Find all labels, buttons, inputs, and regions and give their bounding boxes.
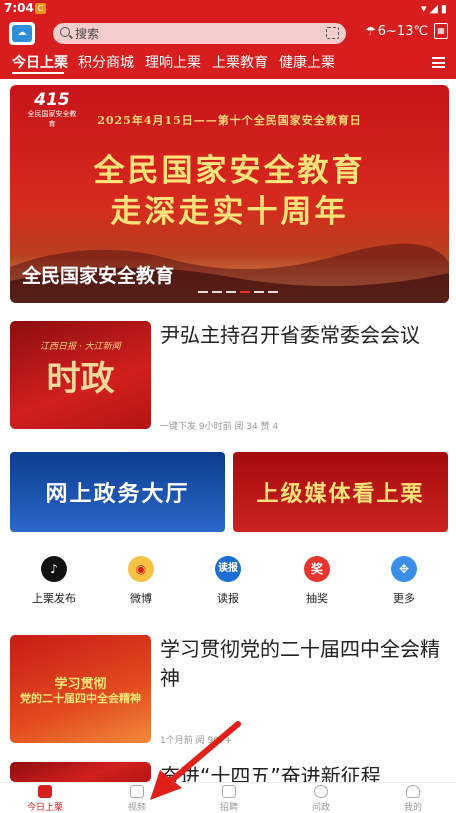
- app-logo-icon[interactable]: ☁: [9, 22, 35, 45]
- carousel-dot[interactable]: [268, 291, 278, 293]
- status-bar: 7:04 C ▾◢▮: [0, 0, 456, 18]
- tiktok-icon: ♪: [41, 556, 67, 582]
- weibo-icon: ◉: [128, 556, 154, 582]
- signal-battery-icons: ▾◢▮: [420, 2, 450, 15]
- nav-label: 今日上栗: [26, 803, 63, 813]
- nav-profile[interactable]: 我的: [383, 785, 443, 813]
- news-title[interactable]: 奋进“十四五”奋进新征程: [160, 762, 448, 782]
- news-item[interactable]: 江西日报 · 大江新闻 时政 尹弘主持召开省委常委会会议 一键下发 9小时前 阅…: [10, 321, 450, 432]
- video-icon: [130, 785, 144, 798]
- news-thumbnail: 江西日报 · 大江新闻 时政: [10, 321, 151, 429]
- headline-banner[interactable]: 415 全民国家安全教育 2025年4月15日——第十个全民国家安全教育日 全民…: [10, 85, 449, 303]
- weather-temperature: 6~13℃: [377, 24, 429, 39]
- active-tab-indicator: [12, 72, 64, 74]
- more-grid-icon: ✥: [391, 556, 417, 582]
- news-title[interactable]: 尹弘主持召开省委常委会会议: [160, 321, 448, 350]
- channel-tabs: 今日上栗 积分商城 理响上栗 上栗教育 健康上栗: [0, 52, 430, 76]
- carousel-dot[interactable]: [198, 291, 208, 293]
- promo-label: 网上政务大厅: [45, 482, 190, 507]
- home-icon: [38, 785, 52, 798]
- shortcut-label: 上栗发布: [32, 592, 76, 605]
- news-title[interactable]: 学习贯彻党的二十届四中全会精神: [160, 635, 448, 693]
- tab-points-mall[interactable]: 积分商城: [78, 52, 134, 72]
- news-meta: 一键下发 9小时前 阅 34 赞 4: [160, 422, 279, 432]
- banner-headline-2: 走深走实十周年: [110, 194, 349, 230]
- news-item[interactable]: 奋进“十四五”奋进新征程: [10, 762, 450, 782]
- nav-home[interactable]: 今日上栗: [15, 785, 75, 813]
- user-icon: [406, 785, 420, 798]
- shortcut-weibo[interactable]: ◉ 微博: [111, 556, 171, 606]
- news-meta: 1个月前 阅 907+: [160, 736, 233, 746]
- nav-inquiry[interactable]: 问政: [291, 785, 351, 813]
- carousel-indicator: [198, 291, 282, 293]
- shortcut-publish[interactable]: ♪ 上栗发布: [24, 556, 84, 606]
- menu-icon[interactable]: [432, 57, 445, 68]
- carousel-dot-active[interactable]: [240, 291, 250, 293]
- banner-caption: 全民国家安全教育: [22, 265, 175, 287]
- news-item[interactable]: 学习贯彻 党的二十届四中全会精神 学习贯彻党的二十届四中全会精神 1个月前 阅 …: [10, 635, 450, 746]
- building-icon: [222, 785, 236, 798]
- notification-app-icon: C: [35, 3, 46, 14]
- news-thumbnail: 学习贯彻 党的二十届四中全会精神: [10, 635, 151, 743]
- nav-label: 问政: [311, 803, 330, 813]
- carousel-dot[interactable]: [254, 291, 264, 293]
- search-icon: [60, 27, 70, 37]
- scan-icon[interactable]: [326, 27, 339, 39]
- nav-label: 视频: [127, 803, 146, 813]
- chat-icon: [314, 785, 328, 798]
- carousel-dot[interactable]: [212, 291, 222, 293]
- search-placeholder: 搜索: [75, 27, 100, 41]
- cloud-rain-icon: ☂: [365, 24, 376, 38]
- nav-label: 招聘: [219, 803, 238, 813]
- banner-logo-number: 415: [34, 90, 70, 110]
- shortcut-lottery[interactable]: 奖 抽奖: [287, 556, 347, 606]
- shortcut-label: 更多: [393, 592, 415, 605]
- gov-services-card[interactable]: 网上政务大厅: [10, 452, 225, 532]
- tab-health[interactable]: 健康上栗: [279, 52, 335, 72]
- bottom-nav: 今日上栗 视频 招聘 问政 我的: [0, 782, 456, 813]
- nav-video[interactable]: 视频: [107, 785, 167, 813]
- tab-education[interactable]: 上栗教育: [212, 52, 268, 72]
- media-card[interactable]: 上级媒体看上栗: [233, 452, 448, 532]
- banner-subtitle: 2025年4月15日——第十个全民国家安全教育日: [97, 114, 362, 127]
- shortcut-label: 抽奖: [306, 592, 328, 605]
- promo-label: 上级媒体看上栗: [256, 482, 425, 507]
- shortcut-label: 读报: [217, 592, 239, 605]
- shortcut-label: 微博: [130, 592, 152, 605]
- newspaper-icon: 读报: [215, 556, 241, 582]
- status-time: 7:04: [4, 1, 34, 15]
- lottery-icon: 奖: [304, 556, 330, 582]
- shortcut-newspaper[interactable]: 读报 读报: [198, 556, 258, 606]
- news-thumbnail: [10, 762, 151, 782]
- nav-jobs[interactable]: 招聘: [199, 785, 259, 813]
- thumb-subtitle: 党的二十届四中全会精神: [20, 692, 141, 705]
- top-header: 7:04 C ▾◢▮ ☁ 搜索 ☂ 6~13℃ ▦ 今日上栗 积分商城 理响上栗 …: [0, 0, 456, 79]
- banner-headline-1: 全民国家安全教育: [93, 153, 366, 189]
- search-bar[interactable]: 搜索: [53, 23, 346, 44]
- weather-widget[interactable]: ☂ 6~13℃: [365, 24, 428, 39]
- shortcut-more[interactable]: ✥ 更多: [374, 556, 434, 606]
- nav-label: 我的: [403, 803, 422, 813]
- tab-theory[interactable]: 理响上栗: [145, 52, 201, 72]
- app-screen: 7:04 C ▾◢▮ ☁ 搜索 ☂ 6~13℃ ▦ 今日上栗 积分商城 理响上栗 …: [0, 0, 456, 813]
- calendar-icon[interactable]: ▦: [434, 23, 448, 39]
- tab-today[interactable]: 今日上栗: [12, 52, 68, 72]
- carousel-dot[interactable]: [226, 291, 236, 293]
- thumb-title: 时政: [46, 359, 115, 399]
